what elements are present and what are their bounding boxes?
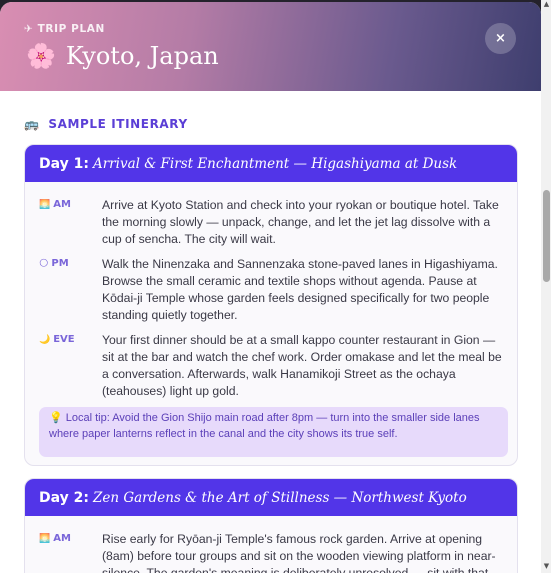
scroll-down-arrow-icon[interactable]: ▼ xyxy=(542,562,551,571)
day-label: Day 2: xyxy=(39,489,89,506)
slot-tag: 🌅 AM xyxy=(39,199,99,210)
day-header: Day 1: Arrival & First Enchantment — Hig… xyxy=(25,145,517,182)
scroll-up-arrow-icon[interactable]: ▲ xyxy=(542,0,551,9)
day-card: Day 1: Arrival & First Enchantment — Hig… xyxy=(24,144,518,466)
section-heading: 🚌 SAMPLE ITINERARY xyxy=(24,117,188,131)
slot-text: Rise early for Ryōan-ji Temple's famous … xyxy=(102,532,496,573)
day-card: Day 2: Zen Gardens & the Art of Stillnes… xyxy=(24,478,518,573)
slot-tag-text: AM xyxy=(53,199,71,210)
tip-text: Local tip: Avoid the Gion Shijo main roa… xyxy=(49,412,480,440)
slot-text: Your first dinner should be at a small k… xyxy=(102,333,502,398)
local-tip: 💡 Local tip: Avoid the Gion Shijo main r… xyxy=(39,407,508,457)
day-label: Day 1: xyxy=(39,155,89,172)
slot-tag-text: AM xyxy=(53,533,71,544)
slot-tag: 🌅 AM xyxy=(39,533,99,544)
slot-text: Walk the Ninenzaka and Sannenzaka stone-… xyxy=(102,257,498,322)
sun-icon: 🌕 xyxy=(39,259,49,269)
eyebrow-label: ✈ TRIP PLAN xyxy=(24,23,105,35)
scrollbar-thumb[interactable] xyxy=(543,190,550,282)
slot-tag: 🌙 EVE xyxy=(39,334,99,345)
slot-text: Arrive at Kyoto Station and check into y… xyxy=(102,198,499,246)
day-title: Zen Gardens & the Art of Stillness — Nor… xyxy=(92,489,467,506)
modal-header: ✈ TRIP PLAN 🌸 Kyoto, Japan × xyxy=(0,2,541,91)
slot-tag-text: EVE xyxy=(53,334,75,345)
trip-plan-modal: ✈ TRIP PLAN 🌸 Kyoto, Japan × 🚌 SAMPLE IT… xyxy=(0,2,541,573)
moon-icon: 🌙 xyxy=(39,335,51,345)
sunrise-icon: 🌅 xyxy=(39,534,51,544)
bus-icon: 🚌 xyxy=(24,117,40,131)
title-text: Kyoto, Japan xyxy=(65,42,219,70)
lightbulb-icon: 💡 xyxy=(49,412,63,424)
blossom-icon: 🌸 xyxy=(26,42,56,70)
sunrise-icon: 🌅 xyxy=(39,200,51,210)
eyebrow-text: TRIP PLAN xyxy=(37,23,105,35)
section-heading-text: SAMPLE ITINERARY xyxy=(48,117,188,131)
slot-tag-text: PM xyxy=(51,258,69,269)
day-title: Arrival & First Enchantment — Higashiyam… xyxy=(92,155,458,172)
page-title: 🌸 Kyoto, Japan xyxy=(26,42,219,70)
close-button[interactable]: × xyxy=(485,23,516,54)
plane-icon: ✈ xyxy=(24,23,34,35)
slot-tag: 🌕 PM xyxy=(39,258,99,269)
scrollbar-track[interactable] xyxy=(541,0,551,573)
day-header: Day 2: Zen Gardens & the Art of Stillnes… xyxy=(25,479,517,516)
